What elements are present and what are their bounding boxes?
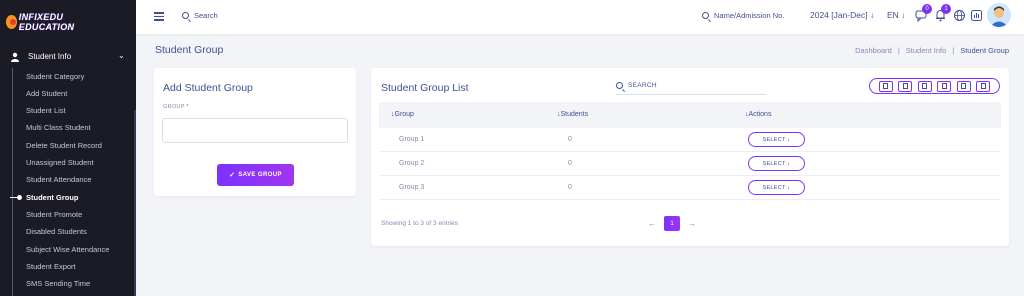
sidebar-item-student-attendance[interactable]: Student Attendance (26, 175, 91, 184)
messages-button[interactable]: 0 (915, 4, 932, 23)
sidebar-item-student-group[interactable]: Student Group (26, 193, 79, 202)
sidebar-item-student-category[interactable]: Student Category (26, 72, 84, 81)
sidebar-section-student-info[interactable]: Student Info ⌄ (0, 48, 136, 66)
export-buttons (869, 78, 1000, 94)
copy-icon (883, 83, 889, 89)
group-label-text: GROUP (163, 104, 185, 110)
messages-badge: 0 (922, 4, 932, 14)
sidebar-item-student-list[interactable]: Student List (26, 106, 66, 115)
students-count-cell: 0 (568, 184, 572, 191)
breadcrumb-separator: | (897, 46, 900, 55)
column-visibility-button[interactable] (976, 80, 991, 92)
pdf-file-icon (941, 83, 947, 89)
reports-button[interactable] (970, 9, 983, 22)
sidebar-item-student-promote[interactable]: Student Promote (26, 210, 82, 219)
search-icon (182, 12, 189, 19)
students-count-cell: 0 (568, 160, 572, 167)
sidebar-item-delete-student-record[interactable]: Delete Student Record (26, 141, 102, 150)
logo-icon (6, 15, 17, 29)
breadcrumb-separator: | (952, 46, 955, 55)
language-select[interactable]: EN ↓ (887, 10, 905, 20)
showing-entries-text: Showing 1 to 3 of 3 entries (381, 220, 458, 227)
column-header-group[interactable]: ↓Group (391, 111, 414, 118)
breadcrumb-student-info[interactable]: Student Info (906, 46, 946, 55)
csv-button[interactable] (898, 80, 913, 92)
sidebar-item-subject-wise-attendance[interactable]: Subject Wise Attendance (26, 245, 109, 254)
sidebar-item-disabled-students[interactable]: Disabled Students (26, 227, 87, 236)
group-list-title: Student Group List (381, 82, 469, 94)
page-number-button[interactable]: 1 (664, 216, 680, 231)
table-row: Group 2 0 SELECT ↓ (379, 152, 1001, 176)
notifications-badge: 1 (941, 4, 951, 14)
print-icon (961, 83, 967, 89)
brand-logo[interactable]: INFIXEDU EDUCATION (6, 12, 98, 32)
table-row: Group 1 0 SELECT ↓ (379, 128, 1001, 152)
column-header-actions[interactable]: ↓Actions (745, 111, 771, 118)
save-group-button[interactable]: ✓ SAVE GROUP (217, 164, 294, 186)
copy-button[interactable] (878, 80, 893, 92)
pagination: ← 1 → (648, 216, 696, 231)
add-group-title: Add Student Group (163, 82, 253, 94)
sidebar-item-multi-class-student[interactable]: Multi Class Student (26, 123, 91, 132)
table-search-placeholder: SEARCH (628, 82, 657, 89)
pdf-button[interactable] (937, 80, 952, 92)
save-group-label: SAVE GROUP (238, 172, 282, 178)
select-action-button[interactable]: SELECT ↓ (748, 180, 805, 195)
csv-file-icon (902, 83, 908, 89)
breadcrumb-dashboard[interactable]: Dashboard (855, 46, 892, 55)
table-row: Group 3 0 SELECT ↓ (379, 176, 1001, 200)
previous-page-button[interactable]: ← (648, 219, 656, 228)
user-avatar[interactable] (987, 3, 1011, 27)
group-name-cell: Group 2 (399, 160, 425, 167)
excel-file-icon (922, 83, 928, 89)
name-admission-search[interactable]: Name/Admission No. (702, 11, 784, 20)
top-header: Search Name/Admission No. 2024 [Jan-Dec]… (136, 0, 1024, 34)
group-list-card: Student Group List SEARCH ↓Group ↓Studen… (371, 68, 1009, 246)
search-icon (616, 82, 623, 89)
required-mark: * (186, 104, 189, 110)
sidebar-tree-line (12, 68, 13, 296)
check-icon: ✓ (229, 172, 236, 179)
print-button[interactable] (956, 80, 971, 92)
table-search-input[interactable]: SEARCH (616, 77, 766, 95)
hamburger-menu-icon[interactable] (154, 12, 164, 21)
sidebar-item-student-export[interactable]: Student Export (26, 262, 76, 271)
group-name-cell: Group 1 (399, 136, 425, 143)
sidebar-item-add-student[interactable]: Add Student (26, 89, 67, 98)
header-search[interactable]: Search (182, 11, 218, 20)
select-action-button[interactable]: SELECT ↓ (748, 132, 805, 147)
notifications-button[interactable]: 1 (934, 4, 951, 22)
students-count-cell: 0 (568, 136, 572, 143)
search-icon (702, 12, 709, 19)
sidebar: INFIXEDU EDUCATION Student Info ⌄ Studen… (0, 0, 136, 296)
academic-year-select[interactable]: 2024 [Jan-Dec] ↓ (810, 10, 874, 20)
column-header-students[interactable]: ↓Students (557, 111, 588, 118)
sidebar-section-label: Student Info (28, 52, 72, 61)
globe-icon (954, 10, 965, 21)
add-group-card: Add Student Group GROUP * ✓ SAVE GROUP (154, 68, 356, 196)
group-name-cell: Group 3 (399, 184, 425, 191)
sidebar-item-unassigned-student[interactable]: Unassigned Student (26, 158, 94, 167)
logo-text: INFIXEDU EDUCATION (18, 12, 75, 32)
name-search-label: Name/Admission No. (714, 11, 785, 20)
next-page-button[interactable]: → (688, 219, 696, 228)
table-header: ↓Group ↓Students ↓Actions (379, 102, 1001, 128)
group-field-label: GROUP * (163, 104, 189, 110)
sidebar-item-sms-sending-time[interactable]: SMS Sending Time (26, 279, 90, 288)
group-name-input[interactable] (162, 118, 348, 143)
header-search-label: Search (194, 11, 218, 20)
breadcrumb: Dashboard | Student Info | Student Group (855, 46, 1009, 55)
active-indicator-icon (10, 195, 24, 200)
excel-button[interactable] (917, 80, 932, 92)
sidebar-scrollbar[interactable] (134, 110, 136, 296)
select-action-button[interactable]: SELECT ↓ (748, 156, 805, 171)
breadcrumb-current: Student Group (960, 46, 1009, 55)
user-icon (11, 52, 19, 62)
website-button[interactable] (953, 9, 966, 22)
chart-icon (971, 10, 982, 21)
chevron-down-icon: ⌄ (118, 51, 125, 60)
page-title: Student Group (155, 44, 224, 56)
avatar-icon (987, 3, 1011, 27)
columns-icon (980, 83, 986, 89)
